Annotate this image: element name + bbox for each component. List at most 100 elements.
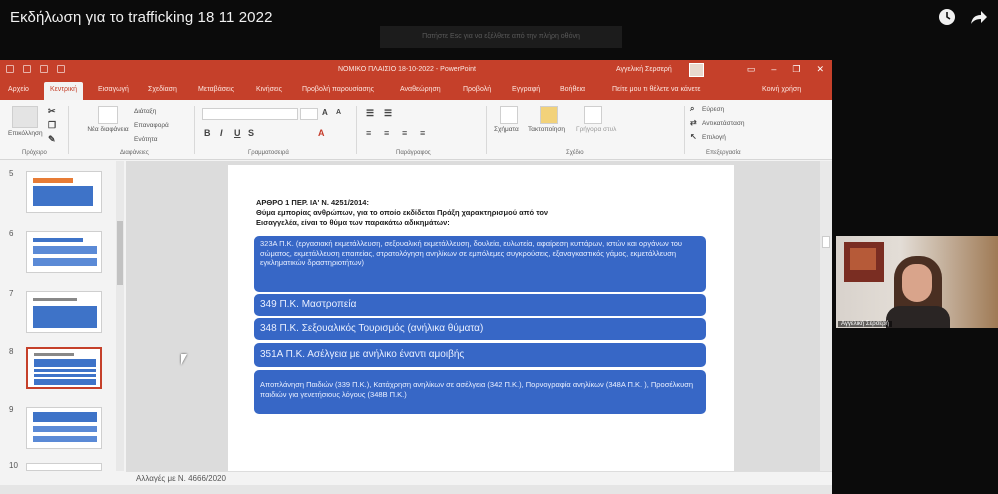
slide-thumbnail[interactable]: [26, 231, 102, 273]
title-bar: ΝΟΜΙΚΟ ΠΛΑΙΣΙΟ 18-10-2022 - PowerPoint Α…: [0, 60, 832, 80]
bold-icon[interactable]: B: [204, 128, 211, 138]
separator: [68, 106, 69, 154]
align-center-icon[interactable]: ≡: [384, 128, 389, 138]
share-button[interactable]: Κοινή χρήση: [762, 86, 801, 93]
box-text: 351Α Π.Κ. Ασέλγεια με ανήλικο έναντι αμο…: [260, 349, 465, 360]
tab-view[interactable]: Προβολή: [463, 86, 491, 93]
slide-thumbnail[interactable]: [26, 291, 102, 333]
slide-thumbnail[interactable]: [26, 171, 102, 213]
bullets-icon[interactable]: ☰: [366, 108, 374, 119]
article-323a-box[interactable]: 323Α Π.Κ. (εργασιακή εκμετάλλευση, σεξου…: [254, 236, 706, 292]
paste-button[interactable]: Επικόλληση: [8, 130, 43, 137]
layout-button[interactable]: Διάταξη: [134, 108, 156, 115]
new-slide-button[interactable]: Νέα διαφάνεια: [86, 126, 130, 134]
font-size-select[interactable]: [300, 108, 318, 120]
slide-number: 8: [9, 347, 14, 356]
tab-slideshow[interactable]: Προβολή παρουσίασης: [302, 86, 374, 93]
quick-access-toolbar: [6, 65, 65, 73]
start-presentation-icon[interactable]: [57, 65, 65, 73]
slide-thumbnail[interactable]: [26, 463, 102, 471]
separator: [194, 106, 195, 154]
tab-record[interactable]: Εγγραφή: [512, 86, 540, 93]
find-button[interactable]: Εύρεση: [702, 106, 724, 113]
box-text: Αποπλάνηση Παιδιών (339 Π.Κ.), Κατάχρηση…: [260, 380, 694, 399]
font-color-icon[interactable]: A: [318, 128, 325, 138]
copy-icon[interactable]: ❐: [48, 120, 56, 131]
avatar[interactable]: [689, 63, 704, 77]
slide-thumbnail-selected[interactable]: [26, 347, 102, 389]
quick-styles-icon[interactable]: [584, 106, 602, 124]
tab-file[interactable]: Αρχείο: [8, 86, 29, 93]
font-family-select[interactable]: [202, 108, 298, 120]
thumbnails-scrollbar[interactable]: [116, 161, 124, 471]
increase-font-icon[interactable]: A: [322, 108, 328, 117]
scrollbar-thumb[interactable]: [822, 236, 830, 248]
tab-home[interactable]: Κεντρική: [44, 82, 83, 100]
cut-icon[interactable]: ✂: [48, 106, 56, 117]
replace-icon[interactable]: ⇄: [690, 118, 697, 127]
find-icon[interactable]: ⌕: [690, 104, 694, 114]
format-painter-icon[interactable]: ✎: [48, 134, 56, 145]
underline-icon[interactable]: U: [234, 128, 241, 138]
editing-group-label: Επεξεργασία: [706, 150, 741, 156]
justify-icon[interactable]: ≡: [420, 128, 425, 138]
tab-help[interactable]: Βοήθεια: [560, 86, 585, 93]
slide-thumbnail[interactable]: [26, 407, 102, 449]
article-348-box[interactable]: 348 Π.Κ. Σεξουαλικός Τουρισμός (ανήλικα …: [254, 318, 706, 340]
article-349-box[interactable]: 349 Π.Κ. Μαστροπεία: [254, 294, 706, 316]
slide[interactable]: ΑΡΘΡΟ 1 ΠΕΡ. ΙΑ' Ν. 4251/2014: Θύμα εμπο…: [228, 165, 734, 471]
tab-transitions[interactable]: Μεταβάσεις: [198, 86, 234, 93]
share-icon[interactable]: [970, 8, 988, 26]
shapes-icon[interactable]: [500, 106, 518, 124]
separator: [486, 106, 487, 154]
select-button[interactable]: Επιλογή: [702, 134, 726, 141]
tab-animations[interactable]: Κινήσεις: [256, 86, 282, 93]
undo-icon[interactable]: [23, 65, 31, 73]
close-icon[interactable]: ✕: [816, 64, 824, 75]
maximize-icon[interactable]: ❐: [792, 64, 800, 75]
align-left-icon[interactable]: ≡: [366, 128, 371, 138]
arrange-icon[interactable]: [540, 106, 558, 124]
new-slide-icon[interactable]: [98, 106, 118, 124]
fullscreen-hint: Πατήστε Esc για να εξέλθετε από την πλήρ…: [380, 26, 622, 48]
slide-heading-line: Εισαγγελέα, είναι το θύμα των παρακάτω α…: [256, 218, 450, 227]
shapes-button[interactable]: Σχήματα: [494, 126, 519, 133]
window-controls: ▭ – ❐ ✕: [747, 64, 824, 75]
tab-design[interactable]: Σχεδίαση: [148, 86, 177, 93]
align-right-icon[interactable]: ≡: [402, 128, 407, 138]
child-offences-box[interactable]: Αποπλάνηση Παιδιών (339 Π.Κ.), Κατάχρηση…: [254, 370, 706, 414]
clock-icon[interactable]: [938, 8, 956, 26]
tab-review[interactable]: Αναθεώρηση: [400, 86, 441, 93]
user-name[interactable]: Αγγελική Σερσερή: [616, 66, 672, 73]
speaker-face: [902, 264, 932, 302]
select-icon[interactable]: ↖: [690, 132, 697, 141]
replace-button[interactable]: Αντικατάσταση: [702, 120, 745, 127]
clipboard-group-label: Πρόχειρο: [22, 150, 47, 156]
redo-icon[interactable]: [40, 65, 48, 73]
strikethrough-icon[interactable]: S: [248, 128, 254, 138]
save-icon[interactable]: [6, 65, 14, 73]
speaker-body: [886, 306, 950, 328]
separator: [356, 106, 357, 154]
minimize-icon[interactable]: –: [771, 64, 776, 75]
arrange-button[interactable]: Τακτοποίηση: [528, 126, 565, 133]
article-351a-box[interactable]: 351Α Π.Κ. Ασέλγεια με ανήλικο έναντι αμο…: [254, 343, 706, 367]
slide-scrollbar[interactable]: [820, 161, 832, 471]
ribbon-options-icon[interactable]: ▭: [747, 64, 756, 75]
separator: [684, 106, 685, 154]
numbering-icon[interactable]: ☰: [384, 108, 392, 119]
slide-heading[interactable]: ΑΡΘΡΟ 1 ΠΕΡ. ΙΑ' Ν. 4251/2014: Θύμα εμπο…: [256, 198, 696, 228]
italic-icon[interactable]: I: [220, 128, 223, 138]
quick-styles-button[interactable]: Γρήγορα στυλ: [576, 126, 616, 133]
slide-number: 10: [9, 461, 18, 470]
video-title: Εκδήλωση για το trafficking 18 11 2022: [10, 9, 273, 26]
reset-button[interactable]: Επαναφορά: [134, 122, 169, 129]
box-text: 323Α Π.Κ. (εργασιακή εκμετάλλευση, σεξου…: [260, 239, 683, 267]
section-button[interactable]: Ενότητα: [134, 136, 158, 143]
scrollbar-thumb[interactable]: [117, 221, 123, 285]
tab-insert[interactable]: Εισαγωγή: [98, 86, 129, 93]
decrease-font-icon[interactable]: A: [336, 109, 341, 116]
notes-pane[interactable]: Αλλαγές με Ν. 4666/2020: [126, 471, 832, 485]
tell-me-search[interactable]: Πείτε μου τι θέλετε να κάνετε: [612, 86, 700, 93]
paste-icon[interactable]: [12, 106, 38, 128]
